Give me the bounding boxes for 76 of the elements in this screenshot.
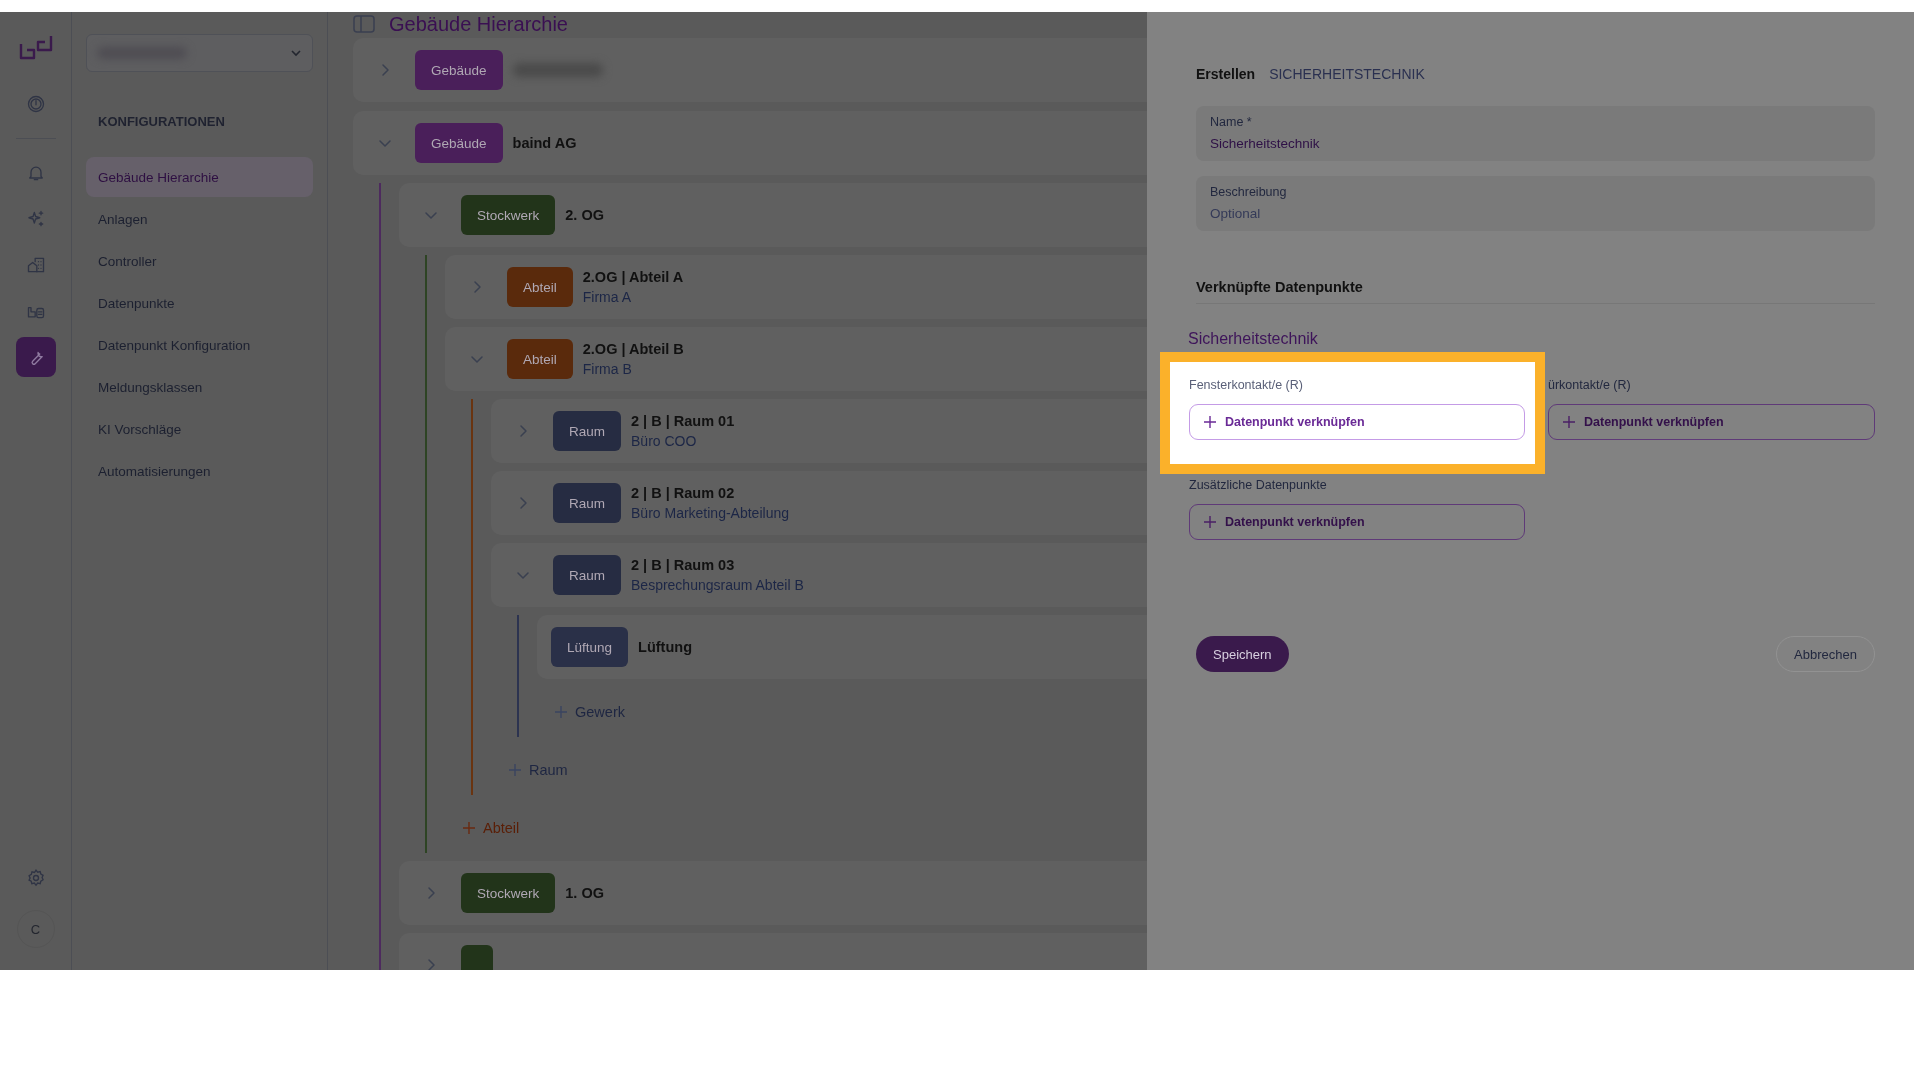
chevron-down-icon xyxy=(290,47,302,59)
nav-item[interactable]: Datenpunkt Konfiguration xyxy=(86,325,313,365)
link-datapoint-button[interactable]: Datenpunkt verknüpfen xyxy=(1189,504,1525,540)
type-badge: Gebäude xyxy=(415,50,503,90)
tree-row[interactable]: Stockwerk 1. OG xyxy=(399,861,1147,925)
type-badge: Raum xyxy=(553,555,621,595)
plus-icon xyxy=(509,764,521,776)
field-label: Name * xyxy=(1210,115,1253,129)
link-datapoint-button[interactable]: Datenpunkt verknüpfen xyxy=(1548,404,1875,440)
nav-item[interactable]: Controller xyxy=(86,241,313,281)
plus-icon xyxy=(463,822,475,834)
slot-label: Fensterkontakt/e (R) xyxy=(1189,378,1304,392)
node-title: 2.OG | Abteil A xyxy=(582,269,684,285)
nav-item[interactable]: Gebäude Hierarchie xyxy=(86,157,313,197)
type-badge: Lüftung xyxy=(551,627,629,667)
section-title: Verknüpfte Datenpunkte xyxy=(1196,279,1875,304)
nav-item[interactable]: Anlagen xyxy=(86,199,313,239)
input-field[interactable]: Sicherheitstechnik xyxy=(1210,136,1861,151)
slot-label: Zusätzliche Datenpunkte xyxy=(1189,478,1328,492)
sparkles-icon xyxy=(25,209,46,229)
type-badge: Abteil xyxy=(507,267,573,307)
add-link[interactable]: Gewerk xyxy=(555,697,625,727)
node-subtitle: Firma B xyxy=(582,361,633,377)
text-field[interactable]: Name * Sicherheitstechnik xyxy=(1196,106,1875,161)
type-badge: Abteil xyxy=(507,339,573,379)
field-label: Beschreibung xyxy=(1210,185,1288,199)
node-subtitle: Büro Marketing-Abteilung xyxy=(631,505,789,521)
node-title: 1. OG xyxy=(565,885,604,901)
slot-label: ürkontakt/e (R) xyxy=(1548,378,1632,392)
tree-row[interactable]: Lüftung Lüftung xyxy=(537,615,1147,679)
type-badge: Gebäude xyxy=(415,123,503,163)
tree-row[interactable]: Raum 2 | B | Raum 03 Besprechungsraum Abteil B xyxy=(491,543,1147,607)
input-field[interactable]: Optional xyxy=(1210,206,1861,221)
plus-icon xyxy=(1563,416,1575,428)
node-title: 2 | B | Raum 01 xyxy=(631,413,735,429)
site-dropdown[interactable] xyxy=(86,34,313,72)
page-title: Gebäude Hierarchie xyxy=(389,12,568,36)
node-title: 2.OG | Abteil B xyxy=(582,341,684,357)
tree-row[interactable]: Abteil 2.OG | Abteil B Firma B xyxy=(445,327,1147,391)
group-title: Sicherheitstechnik xyxy=(1188,330,1319,348)
nav-heading: KONFIGURATIONEN xyxy=(98,114,226,129)
tree-row[interactable]: Stockwerk 2. OG xyxy=(399,183,1147,247)
breadcrumb-item[interactable]: Erstellen xyxy=(1196,66,1256,82)
nav-item[interactable]: Meldungsklassen xyxy=(86,367,313,407)
plus-icon xyxy=(1204,416,1216,428)
type-badge: Stockwerk xyxy=(461,873,556,913)
node-subtitle: Besprechungsraum Abteil B xyxy=(631,577,804,593)
link-datapoint-button[interactable]: Datenpunkt verknüpfen xyxy=(1189,404,1525,440)
buildings-icon xyxy=(25,255,46,275)
type-badge: Raum xyxy=(553,483,621,523)
tree-row[interactable]: Raum 2 | B | Raum 01 Büro COO xyxy=(491,399,1147,463)
node-title: 2 | B | Raum 02 xyxy=(631,485,736,501)
nav-item[interactable]: KI Vorschläge xyxy=(86,409,313,449)
node-title: Lüftung xyxy=(638,639,692,655)
text-field[interactable]: Beschreibung Optional xyxy=(1196,176,1875,231)
node-subtitle: Firma A xyxy=(582,289,632,305)
plus-icon xyxy=(555,706,567,718)
tree-row[interactable]: Abteil 2.OG | Abteil A Firma A xyxy=(445,255,1147,319)
add-link[interactable]: Raum xyxy=(509,755,568,785)
settings-icon[interactable] xyxy=(25,868,46,888)
rail-button[interactable] xyxy=(15,337,56,377)
nav-item[interactable]: Automatisierungen xyxy=(86,451,313,491)
node-title: 2 | B | Raum 03 xyxy=(631,557,736,573)
node-title: baind AG xyxy=(512,135,577,151)
node-subtitle: Büro COO xyxy=(631,433,698,449)
type-badge: Raum xyxy=(553,411,621,451)
sidebar-toggle-icon[interactable] xyxy=(353,15,375,33)
breadcrumb-item[interactable]: SICHERHEITSTECHNIK xyxy=(1269,66,1425,82)
tree-row[interactable]: Raum 2 | B | Raum 02 Büro Marketing-Abteilung xyxy=(491,471,1147,535)
save-button[interactable]: Speichern xyxy=(1196,636,1289,672)
tree-row[interactable]: Gebäude baind AG xyxy=(353,111,1147,175)
plus-icon xyxy=(1204,516,1216,528)
tree-row[interactable]: Gebäude xyxy=(353,38,1147,102)
type-badge: Stockwerk xyxy=(461,195,556,235)
node-title: 2. OG xyxy=(565,207,604,223)
nav-item[interactable]: Datenpunkte xyxy=(86,283,313,323)
